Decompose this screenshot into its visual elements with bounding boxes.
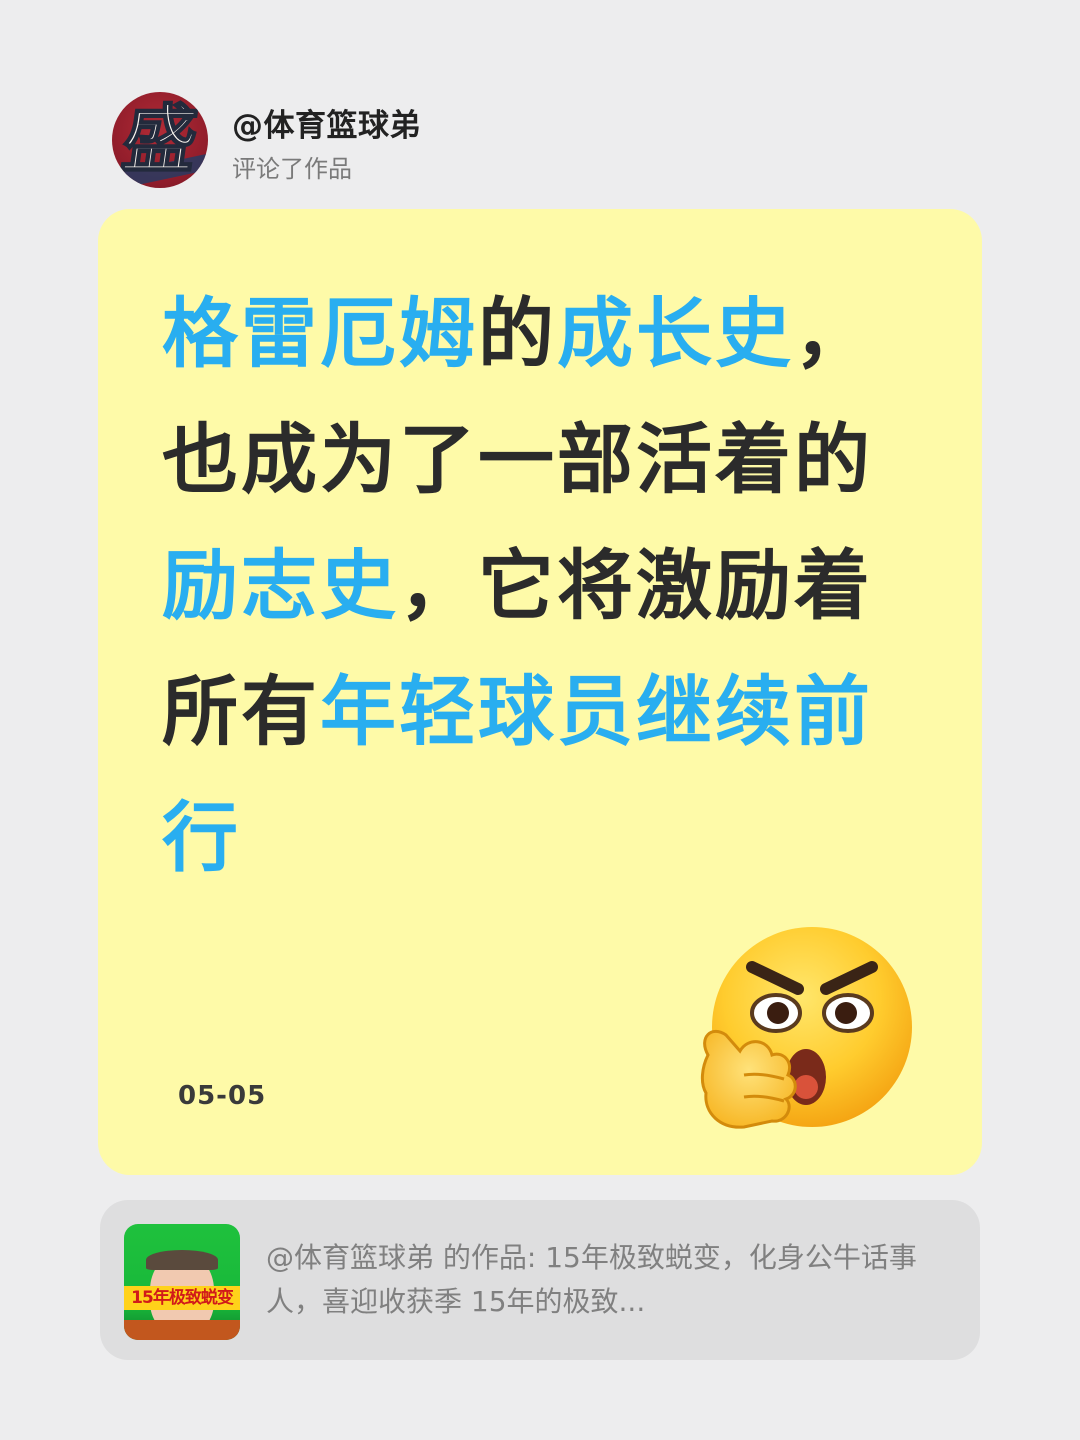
emoji-left-pupil	[767, 1002, 789, 1024]
thinking-angry-face-emoji	[700, 927, 912, 1129]
linked-work-thumbnail[interactable]: 15年极致蜕变	[124, 1224, 240, 1340]
comment-header: 盛 @体育篮球弟 评论了作品	[112, 92, 972, 188]
comment-date: 05-05	[178, 1081, 267, 1111]
emoji-mouth-inner	[794, 1075, 818, 1099]
comment-card: 格雷厄姆的成长史，也成为了一部活着的励志史，它将激励着所有年轻球员继续前行 05…	[98, 209, 982, 1175]
thumbnail-caption: 15年极致蜕变	[124, 1286, 240, 1310]
emoji-right-pupil	[835, 1002, 857, 1024]
linked-work-card[interactable]: 15年极致蜕变 @体育篮球弟 的作品: 15年极致蜕变，化身公牛话事人，喜迎收获…	[100, 1200, 980, 1360]
comment-segment: 的	[478, 289, 557, 378]
action-label: 评论了作品	[232, 155, 352, 183]
thumbnail-shirt	[124, 1320, 240, 1340]
author-name[interactable]: @体育篮球弟	[232, 100, 421, 145]
comment-segment: 格雷厄姆	[162, 289, 478, 378]
linked-work-description[interactable]: @体育篮球弟 的作品: 15年极致蜕变，化身公牛话事人，喜迎收获季 15年的极致…	[266, 1236, 946, 1324]
comment-segment: 励志史	[162, 541, 399, 630]
avatar[interactable]: 盛	[112, 92, 208, 188]
thumbnail-hair	[146, 1250, 218, 1270]
avatar-logo: 盛	[116, 96, 204, 184]
comment-text: 格雷厄姆的成长史，也成为了一部活着的励志史，它将激励着所有年轻球员继续前行	[162, 271, 902, 901]
comment-segment: 成长史	[557, 289, 794, 378]
